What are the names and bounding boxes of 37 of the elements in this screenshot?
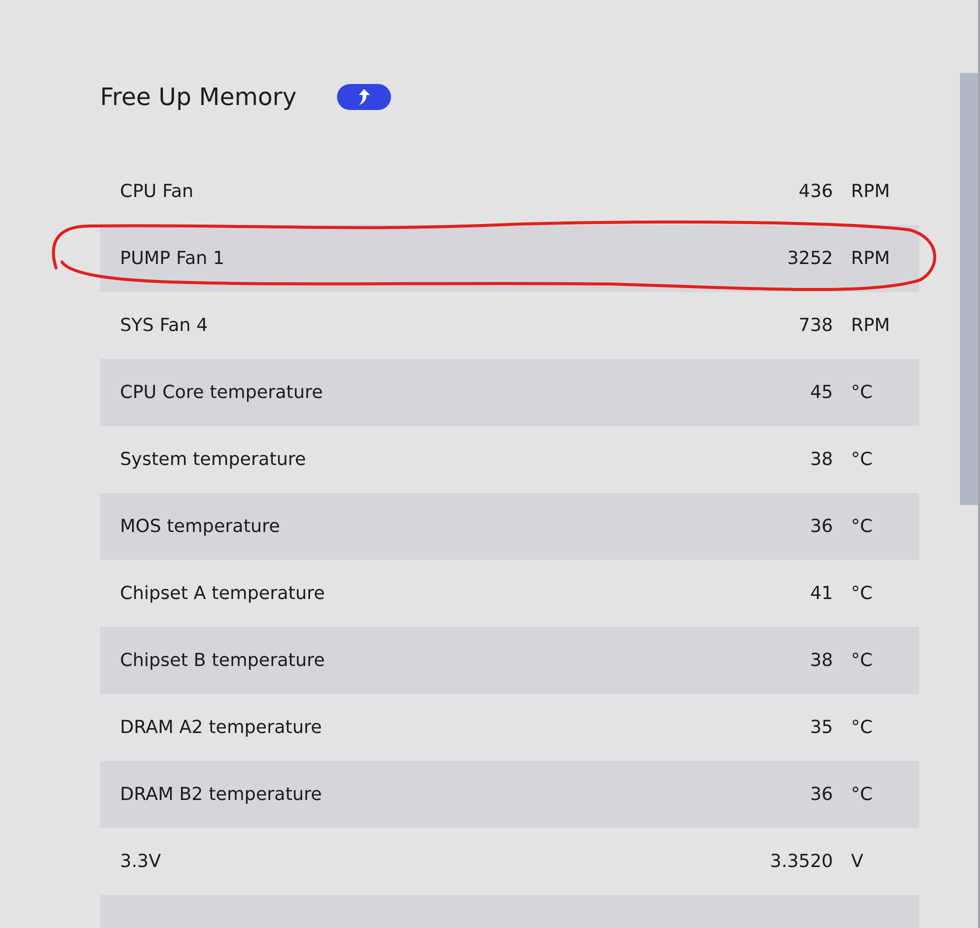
sensor-name: SYS Fan 4 xyxy=(119,315,209,336)
sensor-value: 38 xyxy=(810,650,833,671)
sensor-value: 436 xyxy=(798,181,833,202)
sensor-unit: °C xyxy=(850,784,874,805)
sensor-value: 36 xyxy=(810,784,833,805)
sensor-value: 738 xyxy=(798,315,833,336)
sensor-value: 35 xyxy=(810,717,833,738)
sensor-value: 45 xyxy=(810,382,833,403)
sensor-unit: °C xyxy=(850,717,874,738)
sensor-value: 3252 xyxy=(787,248,833,269)
sensor-name: System temperature xyxy=(119,449,307,470)
sensor-name: MOS temperature xyxy=(119,516,281,537)
page-title: Free Up Memory xyxy=(100,83,297,111)
sensor-name: CPU Fan xyxy=(119,181,194,202)
sensor-name: Chipset B temperature xyxy=(119,650,326,671)
sensor-value: 36 xyxy=(810,516,833,537)
sensor-unit: °C xyxy=(850,583,874,604)
sensor-name: Chipset A temperature xyxy=(119,583,326,604)
sensor-unit: RPM xyxy=(850,315,891,336)
sensor-unit: °C xyxy=(850,516,874,537)
sensor-name: PUMP Fan 1 xyxy=(119,248,226,269)
arrow-up-icon xyxy=(358,89,370,105)
sensor-value: 3.3520 xyxy=(770,851,833,872)
scrollbar[interactable] xyxy=(960,0,980,928)
sensor-unit: RPM xyxy=(850,181,891,202)
sensor-unit: RPM xyxy=(850,248,891,269)
sensor-value: 38 xyxy=(810,449,833,470)
sensor-unit: °C xyxy=(850,382,874,403)
sensor-name: CPU Core temperature xyxy=(119,382,324,403)
sensor-name: 3.3V xyxy=(119,851,162,872)
sensor-unit: °C xyxy=(850,449,874,470)
sensor-value: 41 xyxy=(810,583,833,604)
sensor-unit: V xyxy=(850,851,864,872)
sensor-name: DRAM B2 temperature xyxy=(119,784,323,805)
sensor-name: DRAM A2 temperature xyxy=(119,717,323,738)
sensor-unit: °C xyxy=(850,650,874,671)
boost-button[interactable] xyxy=(336,84,391,110)
